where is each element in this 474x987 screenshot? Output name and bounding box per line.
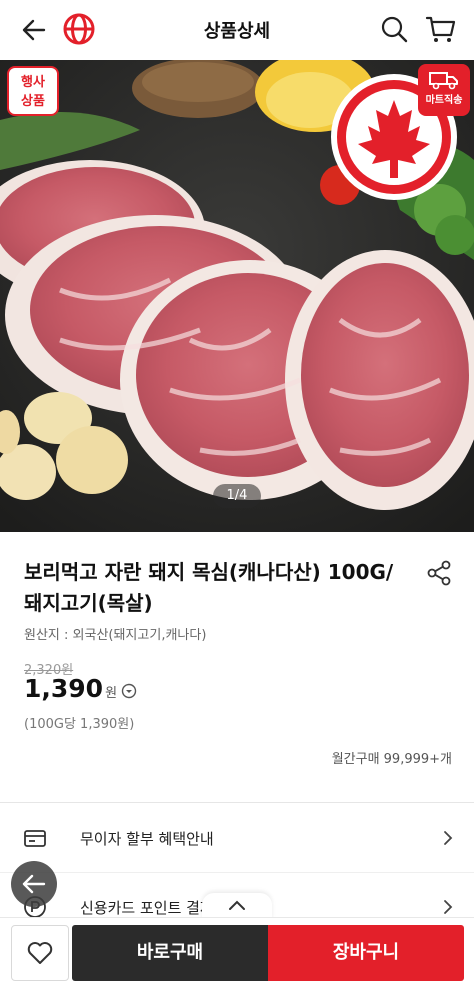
top-header: 상품상세 <box>0 0 474 60</box>
installment-benefit-row[interactable]: 무이자 할부 혜택안내 <box>0 808 474 868</box>
section-divider <box>0 802 474 803</box>
chevron-right-icon <box>444 831 453 845</box>
cart-icon[interactable] <box>424 12 458 46</box>
search-icon[interactable] <box>378 13 410 45</box>
event-badge-line1: 행사 <box>21 75 45 90</box>
origin-info: 원산지 : 외국산(돼지고기,캐나다) <box>24 628 207 643</box>
installment-benefit-label: 무이자 할부 혜택안내 <box>80 829 214 848</box>
sale-price: 1,390 <box>24 674 104 703</box>
product-title: 보리먹고 자란 돼지 목심(캐나다산) 100G/돼지고기(목살) <box>24 560 394 615</box>
back-arrow-icon <box>22 874 46 894</box>
chevron-up-icon <box>229 900 245 910</box>
monthly-purchase-count: 월간구매 99,999+개 <box>331 752 452 767</box>
heart-icon <box>27 942 53 964</box>
event-badge-line2: 상품 <box>21 94 45 109</box>
mart-direct-badge: 마트직송 <box>418 64 470 116</box>
share-icon[interactable] <box>424 558 454 588</box>
event-product-badge: 행사 상품 <box>7 66 59 116</box>
row-divider <box>0 872 474 873</box>
image-page-indicator: 1/4 <box>213 484 261 508</box>
truck-icon <box>429 72 458 90</box>
product-image[interactable] <box>0 60 474 532</box>
unit-price: (100G당 1,390원) <box>24 717 135 732</box>
mart-direct-label: 마트직송 <box>425 95 463 106</box>
price-row: 1,390 원 <box>24 674 137 703</box>
brand-logo-icon[interactable] <box>62 12 96 46</box>
currency-unit: 원 <box>105 686 118 701</box>
wishlist-button[interactable] <box>11 925 69 981</box>
back-arrow-icon[interactable] <box>18 14 50 46</box>
add-to-cart-button[interactable]: 장바구니 <box>268 925 464 981</box>
card-icon <box>24 830 46 847</box>
info-circle-icon[interactable] <box>121 683 137 699</box>
card-point-label: 신용카드 포인트 결제 <box>80 898 214 917</box>
chevron-right-icon <box>444 900 453 914</box>
floating-back-button[interactable] <box>11 861 57 907</box>
bottom-action-bar: 바로구매 장바구니 <box>0 917 474 987</box>
buy-now-button[interactable]: 바로구매 <box>72 925 268 981</box>
